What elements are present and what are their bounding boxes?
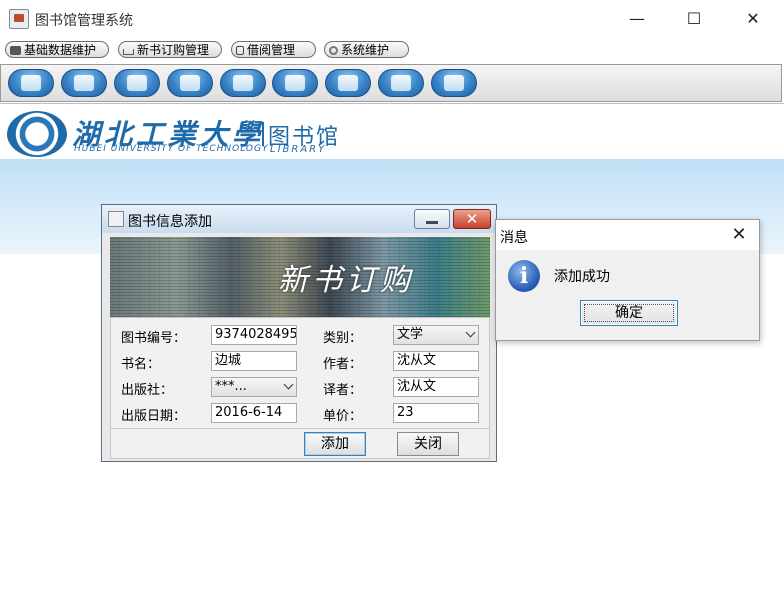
- publisher-combo[interactable]: ***...: [211, 377, 297, 397]
- name-label: 书名：: [121, 357, 161, 372]
- date-field[interactable]: 2016-6-14: [211, 403, 297, 423]
- isbn-label: 图书编号：: [121, 331, 187, 346]
- java-app-icon: [108, 211, 124, 227]
- price-label: 单价：: [323, 409, 363, 424]
- menu-system-maintenance[interactable]: 系统维护: [324, 41, 409, 58]
- book-dialog-title-bar[interactable]: 图书信息添加 ✕: [102, 205, 496, 233]
- message-dialog-title-bar[interactable]: 消息 ✕: [496, 220, 759, 250]
- toolbar-book-button[interactable]: [8, 69, 54, 97]
- book-info-dialog: 图书信息添加 ✕ 新书订购 图书编号： 9374028495 类别： 文学 书名…: [101, 204, 497, 462]
- cube-icon: [10, 46, 21, 55]
- toolbar-exit-button[interactable]: [431, 69, 477, 97]
- university-name-en: HUBEI UNIVERSITY OF TECHNOLOGY: [74, 144, 269, 154]
- box-icon: [233, 75, 253, 91]
- menu-bar: 基础数据维护 新书订购管理 借阅管理 系统维护: [0, 38, 784, 62]
- pen-icon: [74, 75, 94, 91]
- lock-icon: [236, 46, 244, 55]
- name-field[interactable]: 边城: [211, 351, 297, 371]
- toolbar-books-button[interactable]: [114, 69, 160, 97]
- toolbar-box-button[interactable]: [220, 69, 266, 97]
- ok-button[interactable]: 确定: [580, 300, 678, 326]
- library-name-en: LIBRARY: [270, 144, 327, 155]
- books-icon: [127, 75, 147, 91]
- menu-basic-data[interactable]: 基础数据维护: [5, 41, 109, 58]
- book-dialog-close-button[interactable]: ✕: [453, 209, 491, 229]
- minimize-button[interactable]: —: [614, 6, 660, 32]
- bookshelf-banner-image: 新书订购: [110, 237, 490, 317]
- translator-field[interactable]: 沈从文: [393, 377, 479, 397]
- book-dialog-button-bar: 添加 关闭: [110, 429, 490, 459]
- author-label: 作者：: [323, 357, 363, 372]
- message-dialog-close-button[interactable]: ✕: [725, 223, 753, 247]
- toolbar-person-button[interactable]: [167, 69, 213, 97]
- info-icon: i: [508, 260, 540, 292]
- category-combo[interactable]: 文学: [393, 325, 479, 345]
- toolbar: [0, 64, 782, 102]
- book-dialog-minimize-button[interactable]: [414, 209, 450, 229]
- book-form: 图书编号： 9374028495 类别： 文学 书名： 边城 作者： 沈从文 出…: [110, 317, 490, 429]
- book-dialog-title: 图书信息添加: [128, 214, 212, 230]
- screen-icon: [338, 75, 358, 91]
- price-field[interactable]: 23: [393, 403, 479, 423]
- toolbar-search-button[interactable]: [272, 69, 318, 97]
- toolbar-pen-button[interactable]: [61, 69, 107, 97]
- date-label: 出版日期：: [121, 409, 187, 424]
- book-icon: [21, 75, 41, 91]
- toolbar-screen-button[interactable]: [325, 69, 371, 97]
- person-icon: [180, 75, 200, 91]
- message-dialog-title: 消息: [500, 230, 528, 246]
- author-field[interactable]: 沈从文: [393, 351, 479, 371]
- window-title: 图书馆管理系统: [35, 13, 133, 29]
- message-dialog: 消息 ✕ i 添加成功 确定: [495, 219, 760, 341]
- java-app-icon: [9, 9, 29, 29]
- menu-new-book-order[interactable]: 新书订购管理: [118, 41, 222, 58]
- toolbar-note-button[interactable]: [378, 69, 424, 97]
- menu-borrow-management[interactable]: 借阅管理: [231, 41, 316, 58]
- category-label: 类别：: [323, 331, 363, 346]
- publisher-value: ***...: [215, 379, 247, 394]
- logo-divider: [262, 122, 264, 146]
- exit-icon: [444, 75, 464, 91]
- isbn-field[interactable]: 9374028495: [211, 325, 297, 345]
- note-icon: [391, 75, 411, 91]
- library-banner: 湖北工業大學 HUBEI UNIVERSITY OF TECHNOLOGY 图书…: [0, 103, 784, 159]
- message-text: 添加成功: [554, 269, 610, 285]
- close-button[interactable]: ✕: [730, 6, 776, 32]
- gears-icon: [329, 46, 338, 55]
- chevron-down-icon: [465, 327, 476, 338]
- search-icon: [285, 75, 305, 91]
- chevron-down-icon: [283, 379, 294, 390]
- add-button[interactable]: 添加: [304, 432, 366, 456]
- banner-caption: 新书订购: [278, 263, 414, 298]
- university-seal-icon: [7, 111, 67, 157]
- publisher-label: 出版社：: [121, 383, 174, 398]
- cart-icon: [123, 49, 134, 55]
- maximize-button[interactable]: ☐: [671, 6, 717, 32]
- category-value: 文学: [397, 327, 424, 342]
- close-dialog-button[interactable]: 关闭: [397, 432, 459, 456]
- translator-label: 译者：: [323, 383, 363, 398]
- window-title-bar: 图书馆管理系统 — ☐ ✕: [0, 0, 784, 38]
